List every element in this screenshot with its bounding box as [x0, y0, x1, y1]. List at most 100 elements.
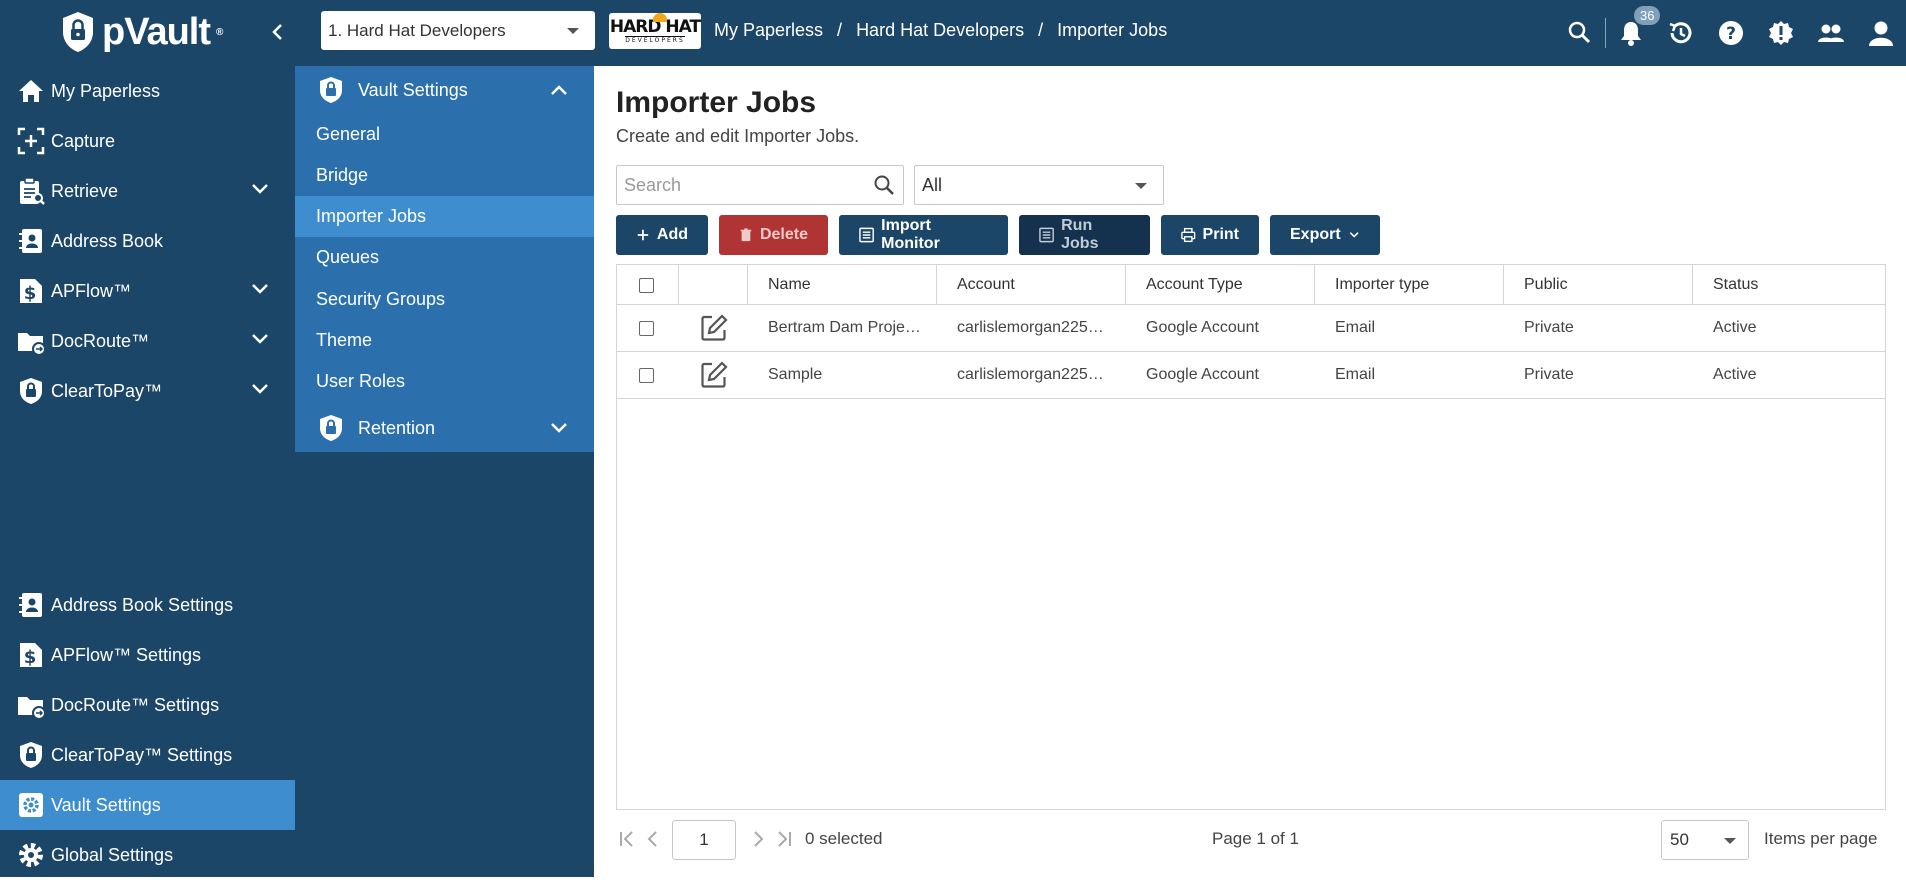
address-book-icon — [19, 229, 42, 253]
table-row[interactable]: Sample carlislemorgan225… Google Account… — [617, 352, 1885, 399]
page-number-input[interactable]: 1 — [672, 820, 736, 860]
search-icon[interactable] — [873, 174, 895, 196]
cell-status: Active — [1713, 366, 1757, 383]
chevron-up-icon[interactable] — [550, 84, 568, 96]
shield-lock-icon — [20, 378, 42, 404]
previous-page-icon[interactable] — [642, 828, 664, 850]
vault-settings-panel: Vault Settings General Bridge Importer J… — [295, 66, 594, 877]
sidebar-item-docroute[interactable]: DocRoute™ — [0, 316, 295, 366]
column-header-importer-type[interactable]: Importer type — [1315, 265, 1504, 305]
search-input[interactable]: Search — [616, 165, 904, 205]
sidebar-item-my-paperless[interactable]: My Paperless — [0, 66, 295, 116]
notifications-button[interactable]: 36 — [1606, 0, 1661, 66]
page-subtitle: Create and edit Importer Jobs. — [616, 126, 860, 146]
sidebar: My Paperless Capture Retrieve Address Bo… — [0, 66, 295, 877]
users-button[interactable] — [1806, 0, 1856, 66]
row-checkbox[interactable] — [639, 367, 654, 383]
main-content: Importer Jobs Create and edit Importer J… — [594, 66, 1906, 877]
sidebar-item-retrieve[interactable]: Retrieve — [0, 166, 295, 216]
sidebar-item-capture[interactable]: Capture — [0, 116, 295, 166]
chevron-down-icon[interactable] — [251, 283, 269, 295]
profile-button[interactable] — [1856, 0, 1906, 66]
vault-settings-header[interactable]: Vault Settings — [295, 66, 594, 114]
help-button[interactable]: ? — [1706, 0, 1756, 66]
trash-icon — [740, 228, 752, 242]
breadcrumb: My Paperless / Hard Hat Developers / Imp… — [714, 20, 1167, 41]
gear-box-icon — [19, 793, 43, 817]
vault-settings-item-bridge[interactable]: Bridge — [295, 155, 594, 196]
folder-route-icon — [18, 333, 46, 356]
alerts-button[interactable] — [1756, 0, 1806, 66]
run-jobs-button[interactable]: Run Jobs — [1019, 215, 1150, 255]
vault-settings-item-queues[interactable]: Queues — [295, 237, 594, 278]
organization-select[interactable]: 1. Hard Hat Developers — [321, 11, 595, 50]
collapse-sidebar-button[interactable] — [266, 18, 290, 46]
retention-header[interactable]: Retention — [295, 404, 594, 452]
print-button[interactable]: Print — [1161, 215, 1259, 255]
select-all-checkbox[interactable] — [639, 277, 654, 293]
sidebar-item-vault-settings[interactable]: Vault Settings — [0, 780, 295, 830]
sidebar-item-docroute-settings[interactable]: DocRoute™ Settings — [0, 680, 295, 730]
last-page-icon[interactable] — [773, 828, 795, 850]
vault-settings-item-security-groups[interactable]: Security Groups — [295, 279, 594, 320]
column-header-account[interactable]: Account — [937, 265, 1126, 305]
importer-jobs-table: Name Account Account Type Importer type … — [616, 264, 1886, 810]
breadcrumb-item-my-paperless[interactable]: My Paperless — [714, 20, 823, 41]
svg-text:$: $ — [24, 647, 37, 668]
vault-settings-item-theme[interactable]: Theme — [295, 320, 594, 361]
export-button[interactable]: Export — [1270, 215, 1380, 255]
row-select-cell — [617, 305, 679, 351]
sidebar-item-address-book-settings[interactable]: Address Book Settings — [0, 580, 295, 630]
app-name: pVault — [102, 10, 211, 53]
sidebar-item-apflow-settings[interactable]: $ APFlow™ Settings — [0, 630, 295, 680]
chevron-down-icon[interactable] — [251, 383, 269, 395]
filter-select[interactable]: All — [914, 165, 1164, 205]
delete-button[interactable]: Delete — [719, 215, 828, 255]
vault-settings-item-importer-jobs[interactable]: Importer Jobs — [295, 196, 594, 237]
column-header-account-type[interactable]: Account Type — [1126, 265, 1315, 305]
chevron-down-icon[interactable] — [251, 333, 269, 345]
import-monitor-button[interactable]: Import Monitor — [839, 215, 1008, 255]
add-button[interactable]: Add — [616, 215, 708, 255]
breadcrumb-separator: / — [1038, 20, 1044, 40]
cell-status: Active — [1713, 319, 1757, 336]
vault-settings-item-user-roles[interactable]: User Roles — [295, 361, 594, 402]
app-logo[interactable]: pVault ® — [60, 10, 223, 54]
history-button[interactable] — [1656, 0, 1706, 66]
sidebar-item-global-settings[interactable]: Global Settings — [0, 830, 295, 880]
run-jobs-button-label: Run Jobs — [1061, 217, 1099, 252]
column-header-status[interactable]: Status — [1693, 265, 1885, 305]
page-title: Importer Jobs — [616, 86, 817, 119]
edit-icon[interactable] — [699, 360, 729, 390]
sidebar-item-label: Capture — [51, 130, 116, 151]
row-checkbox[interactable] — [639, 320, 654, 336]
sidebar-item-cleartopay[interactable]: ClearToPay™ — [0, 366, 295, 416]
sidebar-item-label: Address Book — [51, 230, 164, 251]
svg-text:?: ? — [1726, 24, 1736, 44]
edit-icon[interactable] — [699, 313, 729, 343]
sidebar-item-address-book[interactable]: Address Book — [0, 216, 295, 266]
row-edit-cell — [679, 305, 748, 351]
chevron-down-icon[interactable] — [550, 422, 568, 434]
vault-settings-item-general[interactable]: General — [295, 114, 594, 155]
table-row[interactable]: Bertram Dam Proje… carlislemorgan225… Go… — [617, 305, 1885, 352]
users-icon — [1818, 24, 1844, 42]
next-page-icon[interactable] — [747, 828, 769, 850]
search-button[interactable] — [1555, 0, 1605, 66]
caret-down-icon — [1724, 838, 1736, 844]
cell-account: carlislemorgan225… — [957, 366, 1104, 383]
svg-text:$: $ — [24, 283, 37, 304]
chevron-down-icon[interactable] — [251, 183, 269, 195]
column-header-name[interactable]: Name — [748, 265, 937, 305]
column-header-public[interactable]: Public — [1504, 265, 1693, 305]
chevron-left-icon — [272, 24, 282, 40]
pagination: 1 0 selected Page 1 of 1 50 Items per pa… — [616, 818, 1886, 862]
sidebar-item-cleartopay-settings[interactable]: ClearToPay™ Settings — [0, 730, 295, 780]
sidebar-item-label: ClearToPay™ Settings — [51, 744, 233, 765]
breadcrumb-item-organization[interactable]: Hard Hat Developers — [856, 20, 1024, 41]
address-book-icon — [19, 593, 42, 617]
items-per-page-select[interactable]: 50 — [1661, 820, 1749, 860]
first-page-icon[interactable] — [616, 828, 638, 850]
shield-lock-icon — [320, 77, 342, 103]
sidebar-item-apflow[interactable]: $ APFlow™ — [0, 266, 295, 316]
